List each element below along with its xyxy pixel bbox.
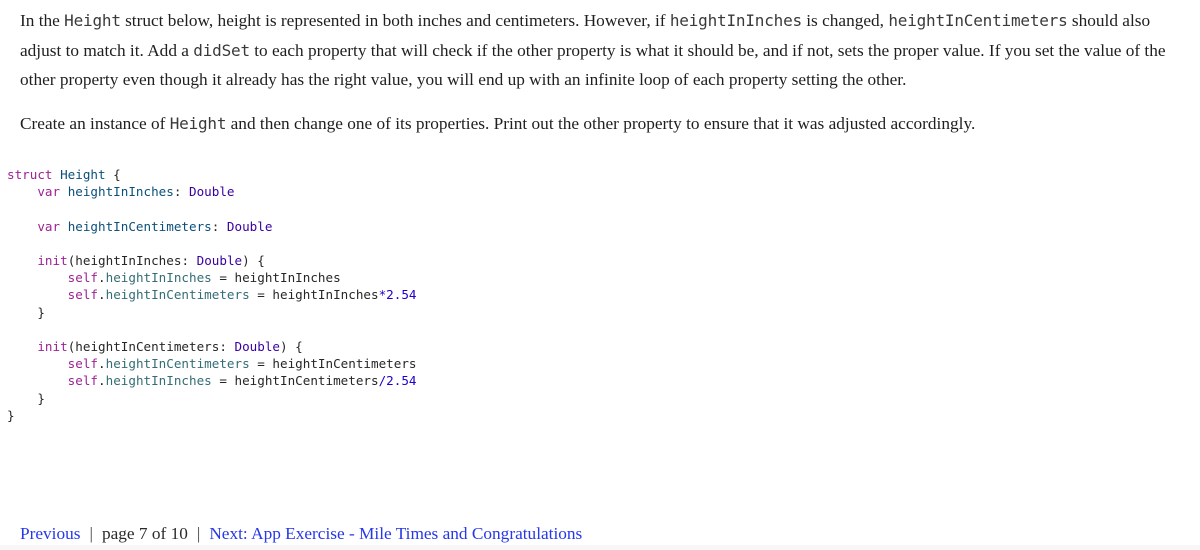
type: Double — [226, 218, 273, 234]
property-decl: heightInCentimeters — [67, 218, 212, 234]
type-name: Height — [60, 167, 106, 182]
keyword: var — [37, 184, 61, 200]
keyword: init — [37, 339, 68, 355]
property: heightInInches — [105, 373, 212, 389]
text: In the — [20, 11, 65, 30]
instructions-paragraph-2: Create an instance of Height and then ch… — [20, 109, 1195, 139]
param: heightInCentimeters — [234, 373, 379, 389]
page-navigation: Previous | page 7 of 10 | Next: App Exercise… — [20, 521, 582, 547]
param: heightInCentimeters — [75, 339, 220, 355]
bottom-band — [0, 545, 1200, 550]
property: heightInCentimeters — [105, 287, 250, 303]
instructions: In the Height struct below, height is re… — [20, 6, 1195, 152]
property-decl: heightInInches — [67, 184, 174, 200]
keyword: init — [37, 253, 68, 269]
keyword: var — [37, 218, 61, 234]
inline-code: didSet — [193, 40, 250, 60]
number: 2.54 — [386, 287, 417, 303]
param: heightInInches — [234, 270, 341, 286]
separator: | — [196, 524, 201, 543]
keyword: struct — [7, 167, 53, 182]
inline-code: heightInCentimeters — [888, 11, 1068, 30]
text: Create an instance of — [20, 113, 170, 133]
inline-code: Height — [64, 11, 121, 30]
text: is changed, — [801, 11, 889, 30]
param: heightInCentimeters — [272, 356, 417, 372]
separator: | — [89, 524, 93, 543]
keyword: self — [67, 373, 99, 389]
keyword: self — [67, 270, 99, 286]
previous-link[interactable]: Previous — [20, 524, 80, 543]
number: 2.54 — [386, 373, 417, 389]
keyword: self — [67, 356, 99, 372]
property: heightInInches — [105, 270, 212, 286]
type: Double — [196, 253, 243, 269]
code-block[interactable]: struct Height { var heightInInches: Doub… — [7, 166, 417, 424]
type: Double — [189, 184, 235, 200]
text: and then change one of its properties. P… — [226, 113, 976, 133]
inline-code: heightInInches — [669, 11, 802, 30]
param: heightInInches — [75, 253, 182, 269]
page-indicator: page 7 of 10 — [101, 524, 188, 543]
property: heightInCentimeters — [105, 356, 250, 372]
next-link[interactable]: Next: App Exercise - Mile Times and Cong… — [209, 524, 582, 543]
text: struct below, height is represented in b… — [120, 11, 670, 30]
instructions-paragraph-1: In the Height struct below, height is re… — [20, 6, 1195, 95]
inline-code: Height — [169, 113, 227, 133]
type: Double — [234, 339, 281, 355]
keyword: self — [67, 287, 99, 303]
param: heightInInches — [272, 287, 379, 303]
